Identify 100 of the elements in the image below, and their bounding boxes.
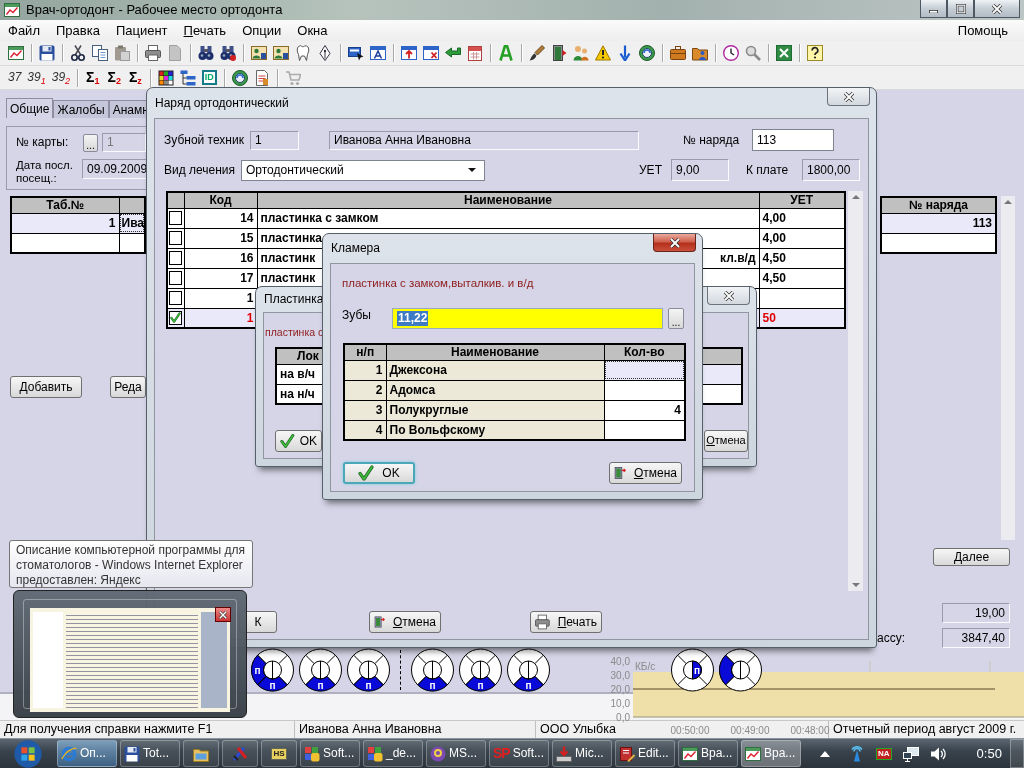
checkbox[interactable] [169, 271, 183, 285]
show-hidden-icon[interactable] [820, 750, 830, 757]
thumbnail-window[interactable] [13, 590, 247, 718]
search-icon[interactable] [745, 45, 761, 61]
clipboard-icon[interactable] [114, 45, 130, 61]
text-window-icon[interactable] [370, 45, 386, 61]
tooth-drawing[interactable]: п [298, 648, 343, 692]
dialog-button[interactable]: Реда [110, 376, 146, 398]
sum-button[interactable]: Σ$_{1}$ [86, 69, 100, 86]
tooth-drawing[interactable]: п п [250, 648, 295, 692]
cancel-button[interactable]: Отмена [369, 611, 441, 633]
save-icon[interactable] [39, 45, 55, 61]
clock-icon[interactable] [723, 45, 739, 61]
brush-icon[interactable] [529, 45, 545, 61]
checkbox[interactable] [169, 211, 183, 225]
return-arrow-icon[interactable] [445, 45, 461, 61]
teeth-field[interactable]: 11,22 [392, 308, 663, 329]
tab[interactable]: Жалобы [53, 100, 109, 118]
table-row[interactable]: 1 Джексона [344, 360, 685, 380]
chart-window-icon[interactable] [8, 45, 24, 61]
scrollbar[interactable] [1001, 196, 1015, 540]
menu-item[interactable]: Пациент [107, 22, 176, 39]
dialog-button[interactable]: Добавить [10, 376, 82, 398]
briefcase-icon[interactable] [670, 45, 686, 61]
tray-badge[interactable]: NA [876, 747, 892, 760]
taskbar-button[interactable]: HS [261, 740, 297, 767]
palette-icon[interactable] [157, 69, 174, 86]
tooth-drawing[interactable]: п [458, 648, 503, 692]
menu-item[interactable]: Файл [0, 22, 48, 39]
technician-name-field[interactable]: Иванова Анна Ивановна [329, 130, 639, 150]
font-icon[interactable] [498, 45, 514, 61]
clock[interactable]: 0:50 [976, 745, 1002, 762]
tab[interactable]: Общие [6, 98, 54, 118]
table-row[interactable]: 4 По Вольфскому [344, 420, 685, 440]
close-button[interactable] [707, 287, 750, 305]
checkbox[interactable] [169, 291, 183, 305]
sum-button[interactable]: Σ$_{2}$ [107, 69, 121, 86]
close-button[interactable] [215, 607, 231, 622]
network-icon[interactable] [902, 745, 919, 762]
next-button[interactable]: Далее [933, 548, 1010, 566]
checkbox[interactable] [169, 251, 183, 265]
folder-person-icon[interactable] [692, 45, 708, 61]
calendar-icon[interactable] [467, 45, 483, 61]
table-row[interactable]: 14 пластинка с замком 4,00 [167, 208, 845, 228]
count-button[interactable]: 37 [8, 70, 22, 85]
checkbox[interactable] [169, 310, 183, 325]
door-icon[interactable] [551, 45, 567, 61]
close-button[interactable] [827, 88, 870, 106]
checkbox[interactable] [169, 231, 183, 245]
spreadsheet-icon[interactable] [776, 45, 792, 61]
tooth-icon[interactable] [295, 45, 311, 61]
taskbar-button[interactable]: MS... [426, 740, 486, 767]
pen-nib-icon[interactable] [317, 45, 333, 61]
table-row[interactable]: 3 Полукруглые 4 [344, 400, 685, 420]
dialog-button[interactable]: Отмена [704, 430, 748, 452]
taskbar-button[interactable] [222, 740, 258, 767]
table-cell[interactable]: 113 [881, 213, 996, 233]
sum-button[interactable]: Σ$_{z}$ [128, 69, 142, 86]
technician-id-field[interactable]: 1 [250, 130, 299, 150]
taskbar-button[interactable]: _de... [363, 740, 423, 767]
maximize-button[interactable] [947, 0, 974, 18]
binoculars-icon[interactable] [220, 45, 236, 61]
table-row[interactable]: 2 Адомса [344, 380, 685, 400]
scissors-icon[interactable] [70, 45, 86, 61]
treatment-select[interactable]: Ортодонтический [241, 159, 485, 181]
taskbar-button[interactable]: Tot... [120, 740, 180, 767]
close-button[interactable] [974, 0, 1020, 18]
document-icon[interactable] [253, 69, 270, 86]
count-button[interactable]: 39$_{2}$ [51, 70, 71, 85]
globe-icon[interactable] [231, 69, 248, 86]
print-button[interactable]: Печать [530, 611, 602, 633]
printer-icon[interactable] [145, 45, 161, 61]
tooth-drawing[interactable]: п [506, 648, 551, 692]
globe-icon[interactable] [639, 45, 655, 61]
tooth-drawing[interactable]: п [410, 648, 455, 692]
people-icon[interactable] [573, 45, 589, 61]
ok-button[interactable]: OK [343, 462, 415, 484]
order-number-field[interactable]: 113 [752, 129, 834, 151]
copy-icon[interactable] [92, 45, 108, 61]
table-row[interactable]: 1 Ива [11, 213, 145, 233]
ok-button[interactable]: OK [275, 430, 322, 452]
browse-button[interactable]: ... [668, 308, 684, 329]
signal-tower-icon[interactable] [849, 745, 865, 762]
taskbar-button[interactable]: Mic... [552, 740, 612, 767]
window-cross-icon[interactable] [423, 45, 439, 61]
cancel-button[interactable]: Отмена [609, 462, 682, 484]
taskbar-button[interactable]: Soft... [300, 740, 360, 767]
down-arrow-icon[interactable] [617, 45, 633, 61]
pointer-card-icon[interactable] [348, 45, 364, 61]
close-button[interactable] [653, 234, 696, 252]
taskbar-button[interactable]: SP Soft... [489, 740, 549, 767]
binoculars-icon[interactable] [198, 45, 214, 61]
taskbar-button[interactable]: Вра... [678, 740, 738, 767]
tree-list-icon[interactable] [179, 69, 196, 86]
scrollbar[interactable] [848, 191, 863, 591]
person-card-icon[interactable] [273, 45, 289, 61]
menu-item[interactable]: Правка [47, 22, 108, 39]
show-desktop-button[interactable] [1010, 739, 1024, 768]
minimize-button[interactable] [920, 0, 947, 18]
taskbar-button[interactable] [183, 740, 219, 767]
